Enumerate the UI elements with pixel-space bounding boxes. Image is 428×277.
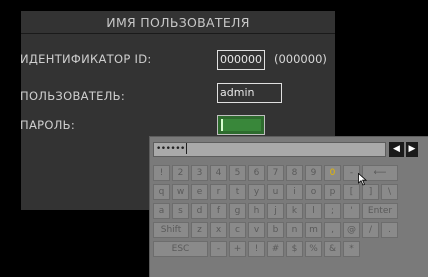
id-input[interactable]: 000000	[217, 50, 265, 70]
key-1-9[interactable]: p	[324, 184, 341, 200]
key-0-7[interactable]: 8	[286, 165, 303, 181]
keyboard-prev-page-button[interactable]: ◀	[389, 142, 404, 157]
key-1-12[interactable]: \	[381, 184, 398, 200]
key-3-9[interactable]: @	[343, 222, 360, 238]
key-1-4[interactable]: t	[229, 184, 246, 200]
key-1-3[interactable]: r	[210, 184, 227, 200]
key-4-1[interactable]: -	[210, 241, 227, 257]
key-2-5[interactable]: h	[248, 203, 265, 219]
key-3-1[interactable]: z	[191, 222, 208, 238]
key-0-1[interactable]: 2	[172, 165, 189, 181]
key-1-0[interactable]: q	[153, 184, 170, 200]
key-0-8[interactable]: 9	[305, 165, 322, 181]
key-3-2[interactable]: x	[210, 222, 227, 238]
key-1-2[interactable]: e	[191, 184, 208, 200]
key-0-4[interactable]: 5	[229, 165, 246, 181]
virtual-keyboard: •••••• ◀ ▶ ! 2 3 4 5 6 7 8 9 0- ⟵ q w e r t y u i o p[] \ a s d f…	[150, 137, 428, 277]
key-2-9[interactable]: ;	[324, 203, 341, 219]
mouse-pointer-icon	[358, 173, 367, 186]
key-4-6[interactable]: %	[305, 241, 322, 257]
user-label: ПОЛЬЗОВАТЕЛЬ:	[20, 89, 126, 103]
id-default-hint: (000000)	[274, 52, 327, 66]
password-input-fill	[221, 119, 261, 131]
key-0-5[interactable]: 6	[248, 165, 265, 181]
key-0-3[interactable]: 4	[210, 165, 227, 181]
key-4-0[interactable]: ESC	[153, 241, 208, 257]
key-3-6[interactable]: n	[286, 222, 303, 238]
key-1-8[interactable]: o	[305, 184, 322, 200]
key-1-11[interactable]: ]	[362, 184, 379, 200]
key-2-3[interactable]: f	[210, 203, 227, 219]
key-4-8[interactable]: *	[343, 241, 360, 257]
key-0-11[interactable]: ⟵	[362, 165, 398, 181]
key-3-10[interactable]: /	[362, 222, 379, 238]
password-text-cursor	[221, 119, 223, 131]
keyboard-input-field[interactable]: ••••••	[153, 142, 386, 157]
password-input[interactable]	[217, 115, 265, 135]
title-divider	[21, 33, 335, 34]
key-1-1[interactable]: w	[172, 184, 189, 200]
key-4-3[interactable]: !	[248, 241, 265, 257]
key-0-2[interactable]: 3	[191, 165, 208, 181]
key-2-8[interactable]: l	[305, 203, 322, 219]
key-2-7[interactable]: k	[286, 203, 303, 219]
key-3-11[interactable]: .	[381, 222, 398, 238]
key-4-2[interactable]: +	[229, 241, 246, 257]
keyboard-input-text: ••••••	[156, 144, 185, 154]
key-3-4[interactable]: v	[248, 222, 265, 238]
dialog-title: ИМЯ ПОЛЬЗОВАТЕЛЯ	[106, 15, 250, 30]
key-1-7[interactable]: i	[286, 184, 303, 200]
key-3-3[interactable]: c	[229, 222, 246, 238]
key-1-10[interactable]: [	[343, 184, 360, 200]
key-3-7[interactable]: m	[305, 222, 322, 238]
keyboard-next-page-button[interactable]: ▶	[406, 142, 418, 157]
key-4-4[interactable]: #	[267, 241, 284, 257]
key-3-8[interactable]: ,	[324, 222, 341, 238]
key-1-6[interactable]: u	[267, 184, 284, 200]
key-2-1[interactable]: s	[172, 203, 189, 219]
key-2-6[interactable]: j	[267, 203, 284, 219]
key-0-9[interactable]: 0	[324, 165, 341, 181]
keyboard-caret	[185, 143, 187, 154]
id-label: ИДЕНТИФИКАТОР ID:	[20, 52, 152, 66]
key-0-6[interactable]: 7	[267, 165, 284, 181]
key-3-5[interactable]: b	[267, 222, 284, 238]
key-2-10[interactable]: '	[343, 203, 360, 219]
key-4-7[interactable]: &	[324, 241, 341, 257]
user-input[interactable]: admin	[217, 83, 282, 103]
key-4-5[interactable]: $	[286, 241, 303, 257]
key-2-4[interactable]: g	[229, 203, 246, 219]
key-2-0[interactable]: a	[153, 203, 170, 219]
key-2-11[interactable]: Enter	[362, 203, 398, 219]
key-3-0[interactable]: Shift	[153, 222, 189, 238]
key-0-0[interactable]: !	[153, 165, 170, 181]
key-2-2[interactable]: d	[191, 203, 208, 219]
key-1-5[interactable]: y	[248, 184, 265, 200]
password-label: ПАРОЛЬ:	[20, 118, 76, 132]
